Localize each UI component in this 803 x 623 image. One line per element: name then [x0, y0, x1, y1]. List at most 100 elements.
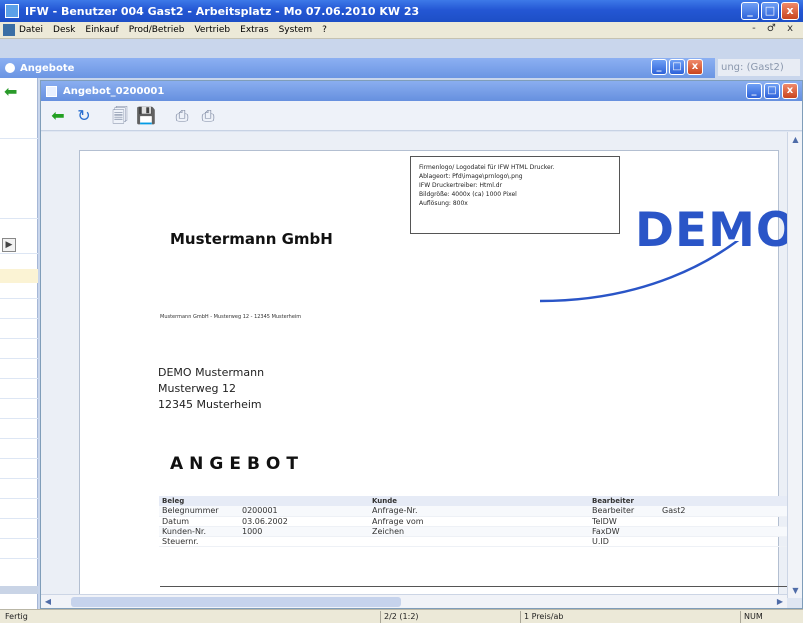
header-cell — [659, 496, 802, 506]
scroll-right-icon[interactable]: ▶ — [773, 595, 787, 609]
list-row-divider — [0, 518, 38, 519]
status-info: 1 Preis/ab — [520, 611, 563, 623]
list-row-divider — [0, 253, 38, 254]
status-text: Fertig — [5, 612, 28, 621]
table-cell: FaxDW — [589, 526, 659, 537]
table-row: Kunden-Nr. 1000 Zeichen FaxDW — [159, 526, 802, 537]
expand-arrow-icon[interactable]: ▶ — [2, 238, 16, 252]
list-footer-bar — [0, 586, 38, 594]
table-cell — [459, 536, 589, 547]
table-cell: 1000 — [239, 526, 369, 537]
angebote-minimize-button[interactable]: _ — [651, 59, 667, 75]
vertical-scrollbar[interactable]: ▲ ▼ — [787, 132, 802, 598]
list-row-divider — [0, 438, 38, 439]
document-page: Firmenlogo/ Logodatei für IFW HTML Druck… — [79, 150, 802, 598]
angebote-close-button[interactable]: x — [687, 59, 703, 75]
menu-vertrieb[interactable]: Vertrieb — [194, 25, 230, 35]
info-table-header: Beleg Kunde Bearbeiter — [159, 496, 802, 506]
address-line: DEMO Mustermann — [158, 366, 265, 379]
table-cell — [459, 506, 589, 517]
save-icon[interactable]: 💾 — [135, 105, 157, 127]
app-title: IFW - Benutzer 004 Gast2 - Arbeitsplatz … — [25, 4, 420, 18]
refresh-icon[interactable]: ↻ — [73, 105, 95, 127]
menu-datei[interactable]: Datei — [19, 25, 43, 35]
logo-swoosh — [540, 241, 739, 303]
angebot-toolbar: ⬅ ↻ 🗐 💾 ⎙ ⎙ — [41, 101, 802, 131]
list-row-divider — [0, 318, 38, 319]
table-row: Steuernr. U.ID — [159, 536, 802, 547]
logo-info-line: Bildgröße: 4000x (ca) 1000 Pixel — [419, 191, 517, 198]
horizontal-scrollbar[interactable]: ◀ ▶ — [41, 594, 787, 608]
angebot-titlebar[interactable]: Angebot_0200001 — [41, 81, 802, 101]
table-cell: Anfrage vom — [369, 516, 459, 527]
angebote-maximize-button[interactable]: □ — [669, 59, 685, 75]
menu-bar: Datei Desk Einkauf Prod/Betrieb Vertrieb… — [0, 22, 803, 39]
list-row-divider — [0, 498, 38, 499]
print-preview-icon[interactable]: ⎙ — [197, 105, 219, 127]
table-cell: U.ID — [589, 536, 659, 547]
list-row-divider — [0, 478, 38, 479]
angebot-close-button[interactable]: x — [782, 83, 798, 99]
list-row-divider — [0, 138, 38, 139]
table-cell — [459, 526, 589, 537]
maximize-button[interactable]: □ — [761, 2, 779, 20]
header-cell: Bearbeiter — [589, 496, 659, 506]
selected-list-item[interactable] — [0, 269, 38, 283]
angebot-window-controls: _ □ x — [746, 83, 798, 99]
table-row: Datum 03.06.2002 Anfrage vom TelDW — [159, 516, 802, 527]
table-cell: Belegnummer — [159, 506, 239, 517]
list-row-divider — [0, 558, 38, 559]
menu-prod-betrieb[interactable]: Prod/Betrieb — [129, 25, 185, 35]
angebote-title: Angebote — [20, 62, 75, 74]
back-arrow-icon[interactable]: ⬅ — [4, 84, 24, 100]
close-button[interactable]: x — [781, 2, 799, 20]
table-row: Belegnummer 0200001 Anfrage-Nr. Bearbeit… — [159, 506, 802, 517]
scroll-up-icon[interactable]: ▲ — [789, 133, 802, 146]
status-page: 2/2 (1:2) — [380, 611, 419, 623]
list-row-divider — [0, 418, 38, 419]
table-cell: Datum — [159, 516, 239, 527]
menu-desk[interactable]: Desk — [53, 25, 75, 35]
mdi-window-controls[interactable]: - ♂ x — [752, 23, 797, 34]
angebot-title: Angebot_0200001 — [63, 85, 165, 97]
document-icon[interactable]: 🗐 — [109, 105, 131, 127]
menu-einkauf[interactable]: Einkauf — [85, 25, 118, 35]
sender-address-line: Mustermann GmbH - Musterweg 12 - 12345 M… — [160, 314, 302, 320]
angebot-minimize-button[interactable]: _ — [746, 83, 762, 99]
list-row-divider — [0, 458, 38, 459]
angebot-maximize-button[interactable]: □ — [764, 83, 780, 99]
table-cell: 0200001 — [239, 506, 369, 517]
list-row-divider — [0, 398, 38, 399]
angebote-list-pane[interactable]: ⬅ ▶ — [0, 78, 38, 609]
document-scroll-area[interactable]: Firmenlogo/ Logodatei für IFW HTML Druck… — [41, 132, 802, 598]
table-cell: Zeichen — [369, 526, 459, 537]
angebot-window-icon — [46, 85, 57, 97]
document-heading: ANGEBOT — [170, 454, 304, 474]
table-cell: Bearbeiter — [589, 506, 659, 517]
table-cell: Gast2 — [659, 506, 802, 517]
menu-system[interactable]: System — [279, 25, 313, 35]
header-cell: Beleg — [159, 496, 239, 506]
toolbar-separator — [99, 105, 105, 127]
print-icon[interactable]: ⎙ — [171, 105, 193, 127]
back-icon[interactable]: ⬅ — [47, 105, 69, 127]
menu-help[interactable]: ? — [322, 25, 327, 35]
table-cell — [369, 536, 459, 547]
table-cell: Kunden-Nr. — [159, 526, 239, 537]
table-cell — [659, 516, 802, 527]
scroll-down-icon[interactable]: ▼ — [789, 584, 802, 597]
horizontal-scroll-thumb[interactable] — [71, 597, 401, 607]
header-cell — [459, 496, 589, 506]
document-icon[interactable] — [3, 24, 15, 36]
list-row-divider — [0, 538, 38, 539]
angebote-titlebar[interactable]: Angebote — [0, 58, 715, 78]
menu-extras[interactable]: Extras — [240, 25, 268, 35]
table-cell: TelDW — [589, 516, 659, 527]
company-name: Mustermann GmbH — [170, 230, 333, 248]
header-cell: Kunde — [369, 496, 459, 506]
logo-info-line: Firmenlogo/ Logodatei für IFW HTML Druck… — [419, 164, 555, 171]
logo-info-box: Firmenlogo/ Logodatei für IFW HTML Druck… — [410, 156, 620, 234]
app-titlebar[interactable]: IFW - Benutzer 004 Gast2 - Arbeitsplatz … — [0, 0, 803, 22]
scroll-left-icon[interactable]: ◀ — [41, 595, 55, 609]
minimize-button[interactable]: _ — [741, 2, 759, 20]
